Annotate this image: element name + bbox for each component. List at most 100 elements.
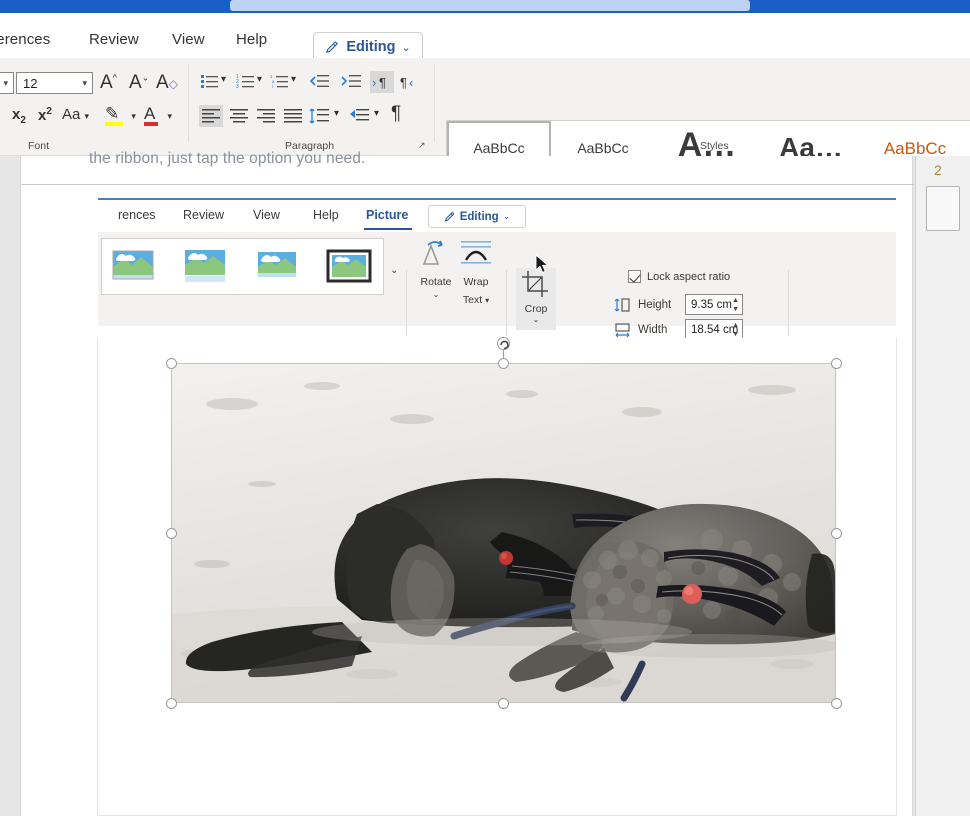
group-divider <box>434 64 435 142</box>
grow-font-icon[interactable]: A^ <box>100 72 117 94</box>
subscript-icon[interactable]: x2 <box>12 106 26 126</box>
height-input: 9.35 cm ▲ ▼ <box>685 294 743 315</box>
paragraph-dialog-launcher[interactable]: ↗ <box>418 140 426 151</box>
chevron-down-icon: ⌄ <box>401 41 411 54</box>
pencil-icon <box>326 40 339 53</box>
height-spinner: ▲ ▼ <box>732 297 739 313</box>
resize-handle-top-center[interactable] <box>498 358 509 369</box>
embedded-tab-help: Help <box>313 208 339 222</box>
group-divider <box>506 270 507 336</box>
line-spacing-button[interactable] <box>308 105 332 127</box>
resize-handle-bottom-center[interactable] <box>498 698 509 709</box>
chevron-down-icon: ▾ <box>82 78 87 88</box>
resize-handle-top-right[interactable] <box>831 358 842 369</box>
word-window: ferences Review View Help Editing ⌄ ▾ 12… <box>0 0 970 816</box>
tab-references[interactable]: ferences <box>0 31 50 48</box>
align-left-button[interactable] <box>199 105 223 127</box>
rotate-button: Rotate ⌄ <box>416 272 456 299</box>
decrease-indent-button[interactable] <box>308 72 330 92</box>
rotate-icon <box>499 340 509 349</box>
width-input: 18.54 cm ▲ ▼ <box>685 319 743 340</box>
rotate-label: Rotate <box>420 276 452 288</box>
change-case-icon[interactable]: Aa ▾ <box>62 106 89 123</box>
height-icon <box>614 297 630 312</box>
font-size-value: 12 <box>23 75 38 91</box>
embedded-tab-references: rences <box>118 208 156 222</box>
lock-aspect-ratio-row: Lock aspect ratio <box>628 270 730 283</box>
styles-group-label: Styles <box>700 140 729 152</box>
document-page[interactable]: the ribbon, just tap the option you need… <box>20 150 914 816</box>
embedded-ribbon: ⌄ Picture Styles <box>98 232 896 355</box>
numbering-chevron-down-icon[interactable]: ▾ <box>257 74 262 85</box>
embedded-picture-styles-gallery: ⌄ <box>101 238 398 295</box>
embedded-tab-review: Review <box>183 208 224 222</box>
dog-photo-image <box>172 364 835 702</box>
document-area[interactable]: the ribbon, just tap the option you need… <box>0 150 970 816</box>
bullets-chevron-down-icon[interactable]: ▾ <box>221 74 226 85</box>
rtl-text-direction-button[interactable]: ¶ ‹ <box>398 71 422 93</box>
shrink-font-icon[interactable]: A⌄ <box>129 72 149 94</box>
page-number: 2 <box>934 162 942 178</box>
embedded-tab-view: View <box>253 208 280 222</box>
style-preview: AaBbCc <box>473 140 525 156</box>
ribbon-tab-strip: ferences Review View Help Editing ⌄ <box>0 13 970 62</box>
font-group-label: Font <box>28 140 50 152</box>
font-name-combo[interactable]: ▾ <box>0 72 14 94</box>
group-divider <box>788 270 789 336</box>
lock-aspect-ratio-checkbox <box>628 270 641 283</box>
resize-handle-bottom-left[interactable] <box>166 698 177 709</box>
align-center-button[interactable] <box>227 105 251 127</box>
height-value: 9.35 cm <box>691 298 732 311</box>
resize-handle-top-left[interactable] <box>166 358 177 369</box>
page-thumbnail-rail[interactable]: 2 <box>915 156 970 816</box>
editing-label: Editing <box>346 39 396 55</box>
align-right-button[interactable] <box>254 105 278 127</box>
tab-help[interactable]: Help <box>236 31 267 48</box>
numbering-button[interactable]: 123 <box>236 72 258 92</box>
chevron-down-icon: ⌄ <box>532 315 540 324</box>
height-label: Height <box>638 298 672 311</box>
rotate-handle[interactable] <box>497 337 510 350</box>
picture-style-simple-frame <box>110 249 157 285</box>
width-label: Width <box>638 323 668 336</box>
image-height-row: Height 9.35 cm ▲ ▼ <box>614 294 743 315</box>
ltr-text-direction-button[interactable]: › ¶ <box>370 71 394 93</box>
increase-indent-button[interactable] <box>340 72 362 92</box>
svg-text:‹: ‹ <box>409 75 413 90</box>
font-color-icon[interactable]: A ▾ <box>144 104 172 126</box>
paragraph-text: the ribbon, just tap the option you need… <box>89 150 366 167</box>
crop-label: Crop <box>524 303 548 315</box>
search-box[interactable] <box>230 0 750 11</box>
font-size-combo[interactable]: 12 ▾ <box>16 72 93 94</box>
style-preview: AaBbCc <box>577 140 629 156</box>
resize-handle-bottom-right[interactable] <box>831 698 842 709</box>
svg-text:¶: ¶ <box>400 75 407 90</box>
superscript-icon[interactable]: x2 <box>38 106 52 124</box>
image-width-row: Width 18.54 cm ▲ ▼ <box>614 319 743 340</box>
svg-text:›: › <box>372 75 376 90</box>
dog-photo[interactable] <box>172 364 835 702</box>
page-thumbnail[interactable] <box>926 186 960 231</box>
bullets-button[interactable] <box>200 72 222 92</box>
line-spacing-chevron-down-icon[interactable]: ▾ <box>334 108 339 119</box>
crop-button: Crop ⌄ <box>516 268 556 330</box>
embedded-editing-label: Editing <box>459 210 499 223</box>
show-formatting-marks-button[interactable]: ¶ <box>391 103 401 125</box>
embedded-screenshot-canvas <box>97 337 897 816</box>
text-highlight-color-icon[interactable]: ✎ ▾ <box>105 104 136 126</box>
multilevel-list-button[interactable]: 1ai <box>270 72 292 92</box>
resize-handle-middle-left[interactable] <box>166 528 177 539</box>
width-icon <box>615 322 630 337</box>
shading-button[interactable] <box>348 105 372 127</box>
justify-button[interactable] <box>281 105 305 127</box>
tab-review[interactable]: Review <box>89 31 139 48</box>
tab-view[interactable]: View <box>172 31 205 48</box>
shading-chevron-down-icon[interactable]: ▾ <box>374 108 379 119</box>
resize-handle-middle-right[interactable] <box>831 528 842 539</box>
multilevel-chevron-down-icon[interactable]: ▾ <box>291 74 296 85</box>
crop-icon <box>522 271 548 297</box>
group-divider <box>406 270 407 336</box>
embedded-tab-active-underline <box>364 228 412 230</box>
chevron-down-icon: ▾ <box>3 78 8 88</box>
clear-formatting-icon[interactable]: A◇ <box>156 72 178 94</box>
